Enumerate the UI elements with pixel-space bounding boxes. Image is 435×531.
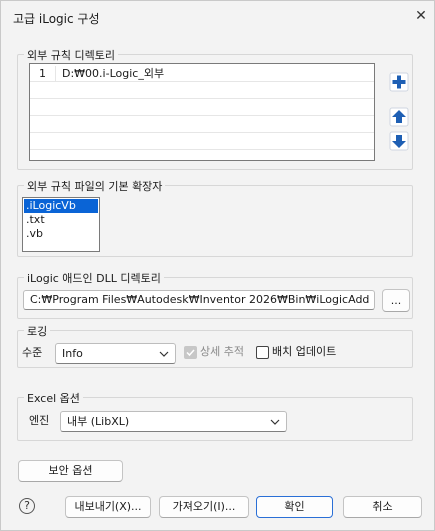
checkmark-icon: [186, 349, 195, 357]
engine-label: 엔진: [29, 414, 50, 427]
help-icon[interactable]: ?: [19, 498, 35, 514]
dll-dir-value: C:₩Program Files₩Autodesk₩Inventor 2026₩…: [30, 293, 370, 306]
dir-row-empty[interactable]: [30, 100, 374, 116]
dll-dir-field[interactable]: C:₩Program Files₩Autodesk₩Inventor 2026₩…: [23, 290, 375, 310]
logging-label: 로깅: [24, 323, 51, 339]
dir-row-number: 1: [30, 66, 56, 82]
excel-label: Excel 옵션: [24, 390, 83, 406]
window-title: 고급 iLogic 구성: [13, 12, 100, 26]
log-level-label: 수준: [22, 346, 43, 359]
log-level-select[interactable]: Info: [55, 343, 176, 364]
move-up-button[interactable]: [389, 107, 409, 127]
batch-update-label: 배치 업데이트: [272, 345, 337, 358]
cancel-label: 취소: [372, 500, 393, 513]
dir-row-path: D:₩00.i-Logic_외부: [62, 67, 165, 80]
dir-row-empty[interactable]: [30, 117, 374, 133]
dir-row-empty[interactable]: [30, 83, 374, 99]
move-down-icon: [389, 131, 409, 151]
browse-button[interactable]: ...: [382, 289, 410, 312]
close-icon[interactable]: ✕: [413, 8, 429, 24]
ok-label: 확인: [284, 500, 305, 513]
move-up-icon: [389, 107, 409, 127]
excel-engine-value: 내부 (LibXL): [67, 415, 130, 428]
extension-item[interactable]: .vb: [24, 227, 98, 241]
export-button[interactable]: 내보내기(X)...: [65, 496, 151, 518]
cancel-button[interactable]: 취소: [343, 496, 422, 518]
add-icon: [389, 72, 409, 92]
batch-update-checkbox[interactable]: [256, 346, 269, 359]
security-options-button[interactable]: 보안 옵션: [18, 460, 123, 482]
dir-row-empty[interactable]: [30, 134, 374, 150]
ilogic-config-dialog: 고급 iLogic 구성 ✕ 외부 규칙 디렉토리 1 D:₩00.i-Logi…: [0, 0, 435, 531]
external-dirs-label: 외부 규칙 디렉토리: [24, 47, 118, 63]
dll-dir-label: iLogic 애드인 DLL 디렉토리: [24, 270, 164, 286]
ok-button[interactable]: 확인: [256, 496, 333, 518]
detailed-trace-label: 상세 추적: [200, 345, 244, 358]
extension-item[interactable]: .txt: [24, 213, 98, 227]
extension-item[interactable]: .iLogicVb: [24, 199, 98, 213]
chevron-down-icon: [270, 419, 280, 425]
import-button[interactable]: 가져오기(I)...: [159, 496, 249, 518]
browse-label: ...: [390, 294, 402, 307]
security-options-label: 보안 옵션: [48, 464, 93, 477]
extensions-label: 외부 규칙 파일의 기본 확장자: [24, 178, 166, 194]
extensions-list[interactable]: .iLogicVb .txt .vb: [22, 197, 100, 252]
chevron-down-icon: [159, 351, 169, 357]
log-level-value: Info: [62, 347, 83, 360]
external-dirs-list[interactable]: 1 D:₩00.i-Logic_외부: [29, 63, 375, 161]
import-label: 가져오기(I)...: [172, 500, 236, 513]
move-down-button[interactable]: [389, 131, 409, 151]
title-bar: 고급 iLogic 구성 ✕: [1, 1, 434, 33]
export-label: 내보내기(X)...: [74, 500, 142, 513]
detailed-trace-checkbox[interactable]: [184, 346, 197, 359]
add-dir-button[interactable]: [389, 72, 409, 92]
excel-engine-select[interactable]: 내부 (LibXL): [60, 411, 287, 432]
dir-row[interactable]: 1 D:₩00.i-Logic_외부: [30, 66, 374, 82]
